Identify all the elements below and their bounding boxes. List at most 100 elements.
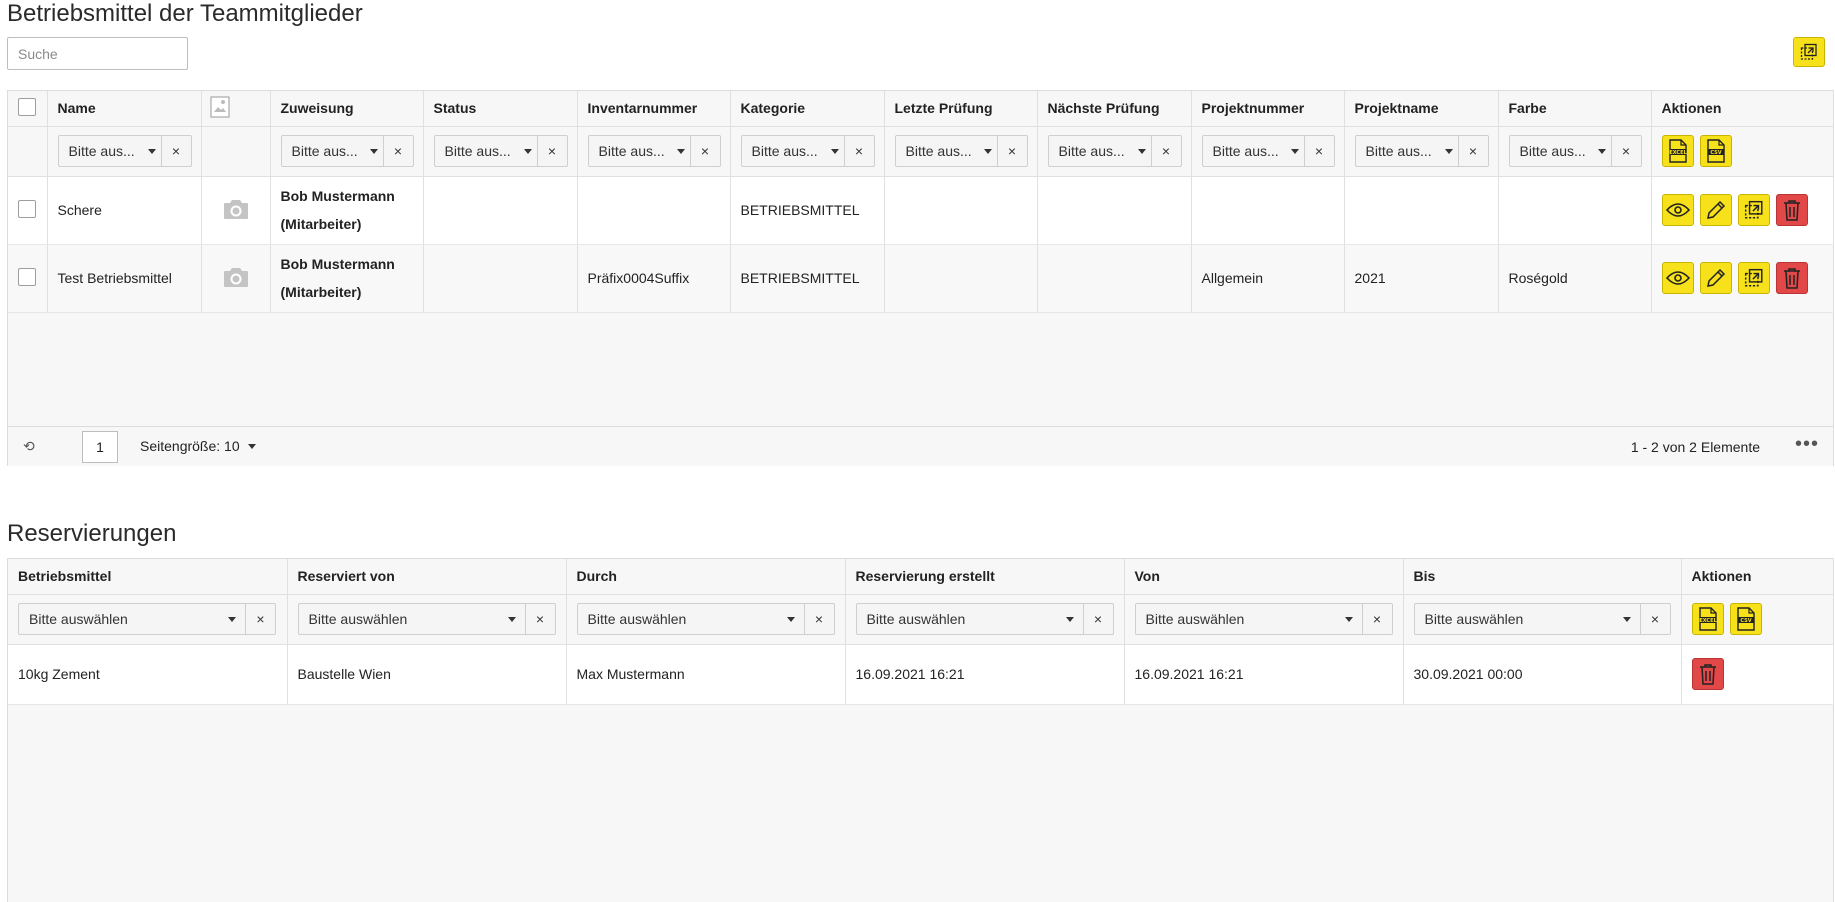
filter-status[interactable]: Bitte aus... × bbox=[433, 135, 568, 167]
transfer-button[interactable] bbox=[1737, 262, 1770, 294]
col-reservierung-erstellt[interactable]: Reservierung erstellt bbox=[845, 559, 1125, 595]
filter-betriebsmittel[interactable]: Bitte auswählen × bbox=[18, 603, 276, 635]
cell-image bbox=[201, 176, 271, 245]
cell-aktionen bbox=[1651, 176, 1834, 245]
clear-filter-button[interactable]: × bbox=[382, 136, 413, 166]
more-options-icon[interactable]: ••• bbox=[1795, 433, 1819, 456]
clear-filter-button[interactable]: × bbox=[1457, 136, 1488, 166]
col-projektname[interactable]: Projektname bbox=[1344, 91, 1499, 127]
filter-name[interactable]: Bitte aus... × bbox=[57, 135, 192, 167]
cell-status bbox=[423, 176, 578, 245]
table-row[interactable]: 10kg Zement Baustelle Wien Max Musterman… bbox=[8, 644, 1834, 705]
col-zuweisung[interactable]: Zuweisung bbox=[270, 91, 424, 127]
search-input[interactable] bbox=[7, 37, 188, 70]
delete-button[interactable] bbox=[1691, 658, 1724, 690]
filter-cell-bis: Bitte auswählen × bbox=[1403, 594, 1682, 645]
clear-filter-button[interactable]: × bbox=[1361, 604, 1392, 634]
csv-file-icon: CSV bbox=[1706, 139, 1725, 163]
camera-icon bbox=[223, 267, 248, 287]
col-projektnummer[interactable]: Projektnummer bbox=[1191, 91, 1345, 127]
filter-farbe[interactable]: Bitte aus... × bbox=[1508, 135, 1642, 167]
filter-bis[interactable]: Bitte auswählen × bbox=[1413, 603, 1671, 635]
filter-letzte-pruefung[interactable]: Bitte aus... × bbox=[894, 135, 1028, 167]
chevron-down-icon bbox=[219, 604, 245, 634]
col-naechste-pruefung[interactable]: Nächste Prüfung bbox=[1037, 91, 1192, 127]
clear-filter-button[interactable]: × bbox=[1082, 604, 1113, 634]
clear-filter-button[interactable]: × bbox=[160, 136, 191, 166]
col-inventarnummer[interactable]: Inventarnummer bbox=[577, 91, 731, 127]
filter-projektname[interactable]: Bitte aus... × bbox=[1354, 135, 1489, 167]
filter-naechste-pruefung[interactable]: Bitte aus... × bbox=[1047, 135, 1182, 167]
col-von[interactable]: Von bbox=[1124, 559, 1404, 595]
export-csv-button[interactable]: CSV bbox=[1699, 135, 1732, 167]
edit-button[interactable] bbox=[1699, 262, 1732, 294]
export-button[interactable] bbox=[1793, 37, 1825, 67]
col-farbe[interactable]: Farbe bbox=[1498, 91, 1652, 127]
refresh-icon[interactable]: ⟲ bbox=[23, 438, 35, 455]
clear-filter-button[interactable]: × bbox=[524, 604, 555, 634]
filter-cell-reserviert-von: Bitte auswählen × bbox=[287, 594, 567, 645]
page-number-button[interactable]: 1 bbox=[82, 431, 118, 463]
col-betriebsmittel[interactable]: Betriebsmittel bbox=[8, 559, 288, 595]
view-button[interactable] bbox=[1661, 194, 1694, 226]
cell-naechste-pruefung bbox=[1037, 176, 1192, 245]
cell-name: Schere bbox=[47, 176, 202, 245]
filter-row: Bitte aus... × Bitte aus... × Bitte aus...… bbox=[8, 126, 1834, 177]
filter-projektnummer[interactable]: Bitte aus... × bbox=[1201, 135, 1335, 167]
filter-reservierung-erstellt[interactable]: Bitte auswählen × bbox=[855, 603, 1114, 635]
filter-cell-projektname: Bitte aus... × bbox=[1344, 126, 1499, 177]
clear-filter-button[interactable]: × bbox=[1610, 136, 1641, 166]
cell-reserviert-von: Baustelle Wien bbox=[287, 644, 567, 705]
clear-filter-button[interactable]: × bbox=[803, 604, 834, 634]
filter-cell-letzte: Bitte aus... × bbox=[884, 126, 1038, 177]
view-button[interactable] bbox=[1661, 262, 1694, 294]
delete-button[interactable] bbox=[1775, 194, 1808, 226]
col-durch[interactable]: Durch bbox=[566, 559, 846, 595]
filter-inventarnummer[interactable]: Bitte aus... × bbox=[587, 135, 721, 167]
header-row: Betriebsmittel Reserviert von Durch Rese… bbox=[8, 559, 1834, 595]
export-csv-button[interactable]: CSV bbox=[1729, 603, 1762, 635]
table-row[interactable]: Test Betriebsmittel Bob Mustermann (Mitar… bbox=[8, 244, 1834, 313]
cell-name: Test Betriebsmittel bbox=[47, 244, 202, 313]
col-bis[interactable]: Bis bbox=[1403, 559, 1682, 595]
cell-status bbox=[423, 244, 578, 313]
excel-file-icon: EXCEL bbox=[1698, 607, 1717, 631]
clear-filter-button[interactable]: × bbox=[843, 136, 874, 166]
filter-value: Bitte auswählen bbox=[587, 611, 687, 627]
transfer-button[interactable] bbox=[1737, 194, 1770, 226]
col-status[interactable]: Status bbox=[423, 91, 578, 127]
chevron-down-icon bbox=[519, 136, 537, 166]
col-reserviert-von[interactable]: Reserviert von bbox=[287, 559, 567, 595]
clear-filter-button[interactable]: × bbox=[245, 604, 275, 634]
clear-filter-button[interactable]: × bbox=[1150, 136, 1181, 166]
clear-filter-button[interactable]: × bbox=[689, 136, 720, 166]
zuweisung-role: (Mitarbeiter) bbox=[280, 284, 362, 300]
export-excel-button[interactable]: EXCEL bbox=[1691, 603, 1724, 635]
page-size-dropdown[interactable]: Seitengröße: 10 bbox=[140, 438, 256, 454]
col-kategorie[interactable]: Kategorie bbox=[730, 91, 885, 127]
cell-projektnummer: Allgemein bbox=[1191, 244, 1345, 313]
clear-filter-button[interactable]: × bbox=[1639, 604, 1670, 634]
clear-filter-button[interactable]: × bbox=[536, 136, 567, 166]
filter-cell-erstellt: Bitte auswählen × bbox=[845, 594, 1125, 645]
clear-filter-button[interactable]: × bbox=[996, 136, 1027, 166]
row-checkbox[interactable] bbox=[18, 199, 36, 218]
filter-zuweisung[interactable]: Bitte aus... × bbox=[280, 135, 414, 167]
filter-reserviert-von[interactable]: Bitte auswählen × bbox=[297, 603, 556, 635]
delete-button[interactable] bbox=[1775, 262, 1808, 294]
edit-button[interactable] bbox=[1699, 194, 1732, 226]
cell-von: 16.09.2021 16:21 bbox=[1124, 644, 1404, 705]
export-excel-button[interactable]: EXCEL bbox=[1661, 135, 1694, 167]
filter-value: Bitte auswählen bbox=[308, 611, 408, 627]
filter-value: Bitte aus... bbox=[598, 143, 665, 159]
filter-von[interactable]: Bitte auswählen × bbox=[1134, 603, 1393, 635]
filter-durch[interactable]: Bitte auswählen × bbox=[576, 603, 835, 635]
filter-cell-naechste: Bitte aus... × bbox=[1037, 126, 1192, 177]
table-row[interactable]: Schere Bob Mustermann (Mitarbeiter) BETRI… bbox=[8, 176, 1834, 245]
filter-kategorie[interactable]: Bitte aus... × bbox=[740, 135, 875, 167]
row-checkbox[interactable] bbox=[18, 267, 36, 286]
select-all-checkbox[interactable] bbox=[18, 97, 36, 116]
col-letzte-pruefung[interactable]: Letzte Prüfung bbox=[884, 91, 1038, 127]
col-name[interactable]: Name bbox=[47, 91, 202, 127]
clear-filter-button[interactable]: × bbox=[1303, 136, 1334, 166]
